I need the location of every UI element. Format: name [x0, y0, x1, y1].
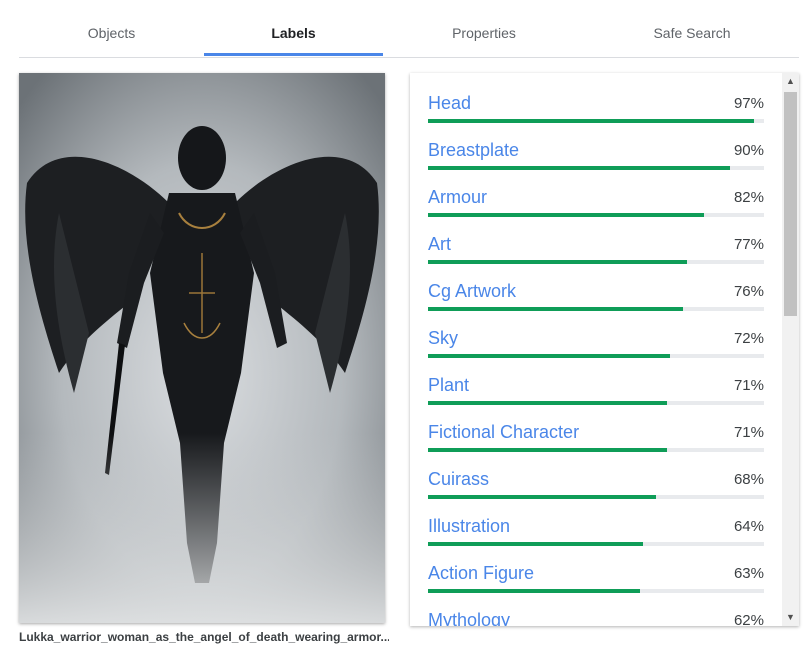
tab-properties[interactable]: Properties [383, 0, 585, 57]
active-tab-indicator [204, 53, 383, 56]
labels-scrollbar[interactable]: ▲ ▼ [782, 73, 799, 626]
chevron-down-icon[interactable]: ▼ [782, 609, 799, 626]
label-score: 71% [733, 377, 764, 394]
tab-bar: Objects Labels Properties Safe Search [19, 0, 799, 58]
label-row[interactable]: Head 97% [428, 73, 764, 123]
image-caption: Lukka_warrior_woman_as_the_angel_of_deat… [19, 630, 389, 644]
label-name[interactable]: Breastplate [428, 140, 519, 161]
labels-panel: Head 97% Breastplate 90% Armour 82% Art 77% Cg A… [410, 73, 799, 626]
label-row[interactable]: Art 77% [428, 214, 764, 264]
label-name[interactable]: Fictional Character [428, 422, 579, 443]
label-score: 62% [733, 612, 764, 626]
label-name[interactable]: Plant [428, 375, 469, 396]
label-row[interactable]: Action Figure 63% [428, 543, 764, 593]
label-row[interactable]: Breastplate 90% [428, 120, 764, 170]
labels-list: Head 97% Breastplate 90% Armour 82% Art 77% Cg A… [410, 73, 782, 626]
label-row[interactable]: Illustration 64% [428, 496, 764, 546]
scrollbar-thumb[interactable] [784, 92, 797, 316]
label-name[interactable]: Cuirass [428, 469, 489, 490]
label-score: 76% [733, 283, 764, 300]
tab-objects[interactable]: Objects [19, 0, 204, 57]
label-score: 64% [733, 518, 764, 535]
label-score: 90% [733, 142, 764, 159]
image-preview [19, 73, 385, 623]
label-score: 71% [733, 424, 764, 441]
chevron-up-icon[interactable]: ▲ [782, 73, 799, 90]
label-row[interactable]: Cuirass 68% [428, 449, 764, 499]
label-row[interactable]: Armour 82% [428, 167, 764, 217]
label-row[interactable]: Sky 72% [428, 308, 764, 358]
label-score: 72% [733, 330, 764, 347]
label-name[interactable]: Art [428, 234, 451, 255]
label-score: 77% [733, 236, 764, 253]
label-name[interactable]: Head [428, 93, 471, 114]
label-name[interactable]: Cg Artwork [428, 281, 516, 302]
label-name[interactable]: Sky [428, 328, 458, 349]
label-name[interactable]: Mythology [428, 610, 510, 626]
label-row[interactable]: Fictional Character 71% [428, 402, 764, 452]
label-score: 97% [733, 95, 764, 112]
label-name[interactable]: Armour [428, 187, 487, 208]
label-row[interactable]: Plant 71% [428, 355, 764, 405]
warrior-angel-image [19, 73, 385, 623]
label-score: 68% [733, 471, 764, 488]
label-row[interactable]: Mythology 62% [428, 590, 764, 626]
label-row[interactable]: Cg Artwork 76% [428, 261, 764, 311]
label-score: 63% [733, 565, 764, 582]
label-name[interactable]: Illustration [428, 516, 510, 537]
tab-labels[interactable]: Labels [204, 0, 383, 57]
tab-safe-search[interactable]: Safe Search [585, 0, 799, 57]
label-score: 82% [733, 189, 764, 206]
label-name[interactable]: Action Figure [428, 563, 534, 584]
